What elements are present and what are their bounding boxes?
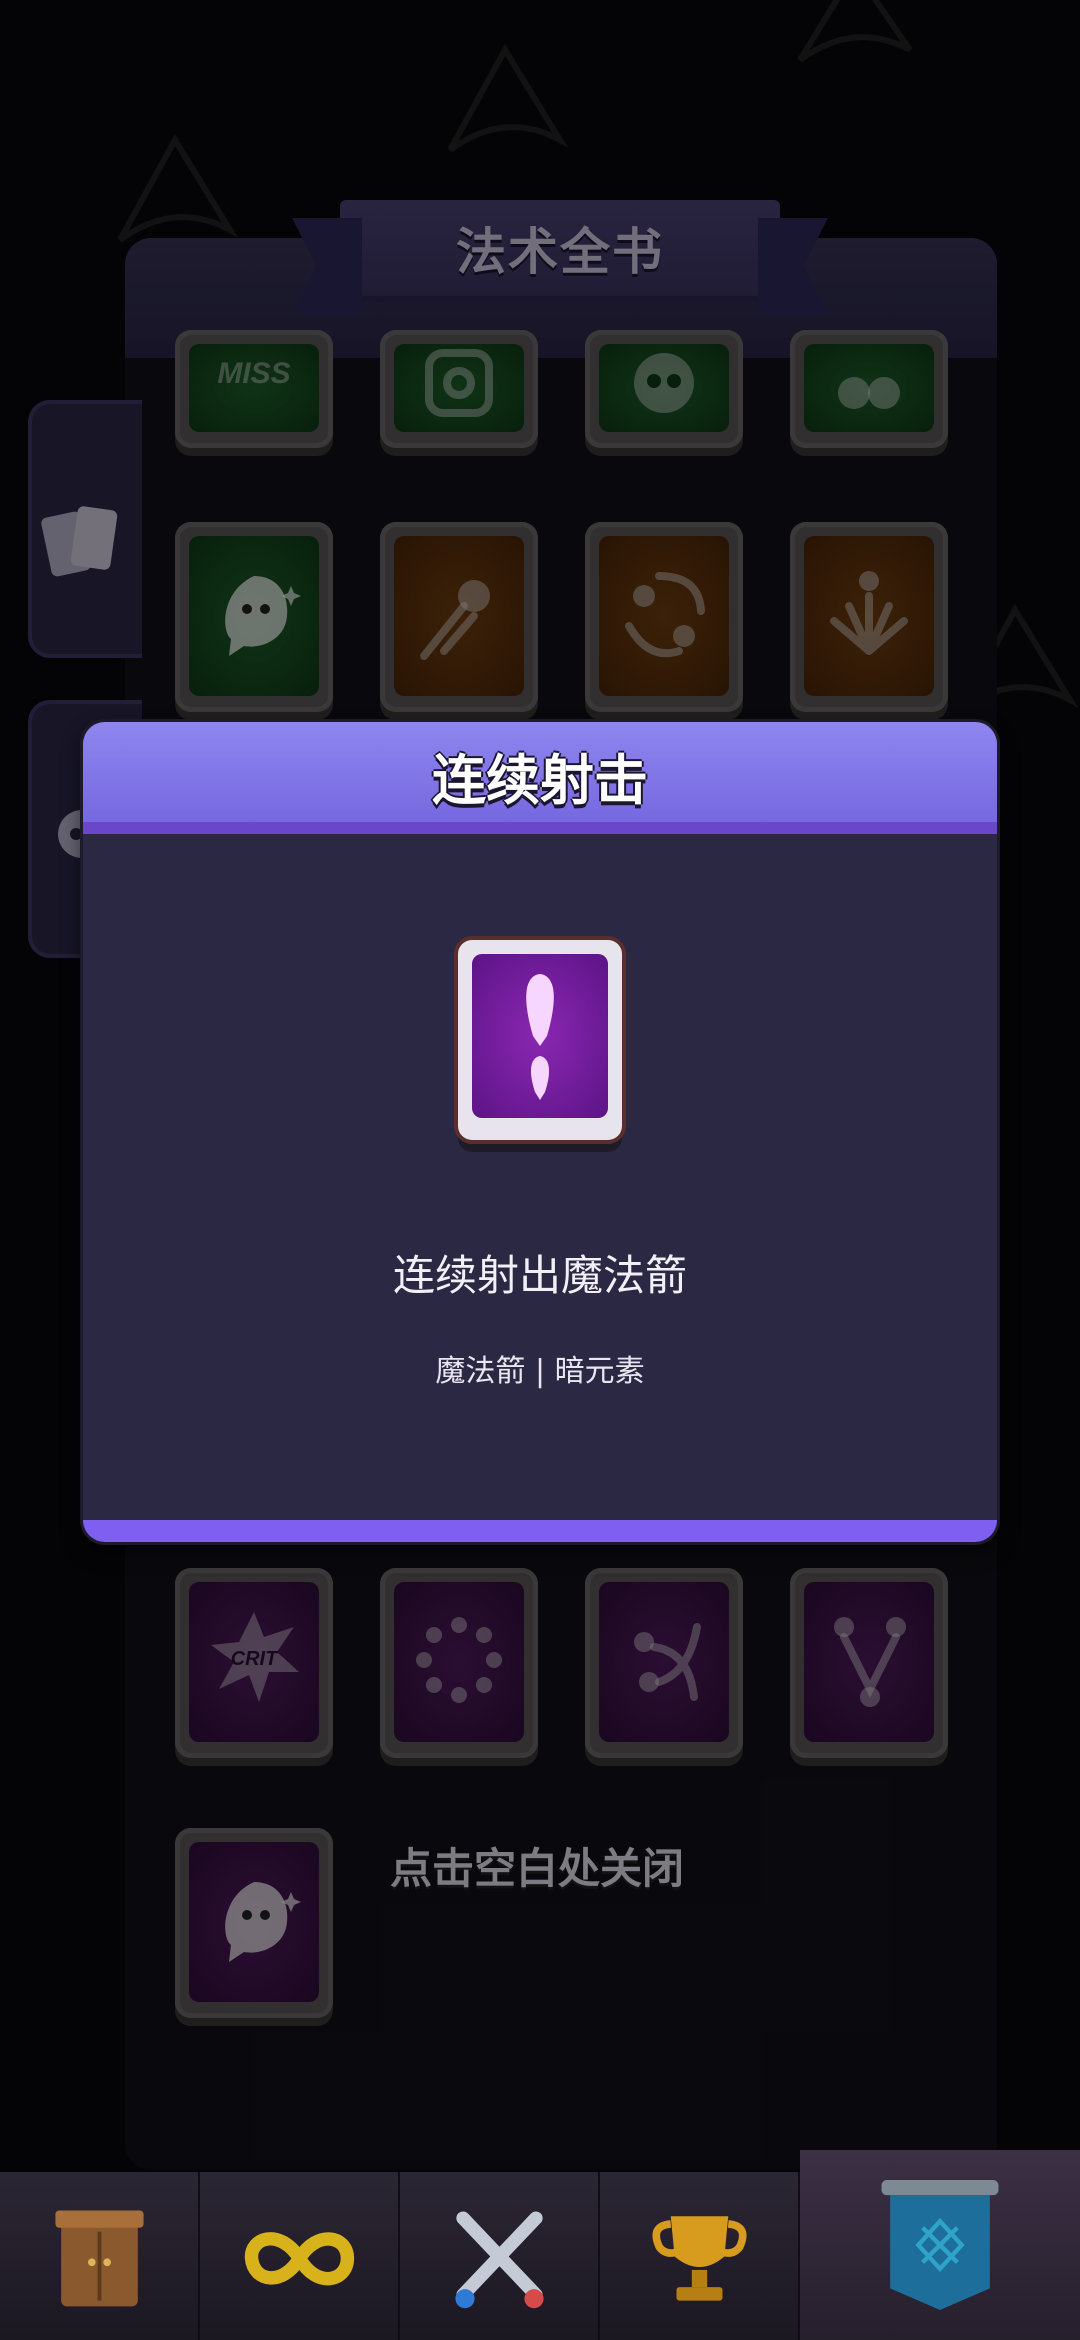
spell-card[interactable]: MISS (175, 330, 333, 448)
spell-card-face (394, 536, 524, 696)
ghost-icon (225, 576, 301, 656)
spell-card[interactable] (175, 522, 333, 712)
dialog-title: 连续射击 (432, 749, 648, 812)
spell-card[interactable] (175, 1828, 333, 2018)
svg-text:CRIT: CRIT (231, 1648, 279, 1670)
ghost-icon (225, 1882, 301, 1962)
nav-tab-infinity[interactable] (200, 2172, 401, 2340)
splash-icon (634, 1623, 701, 1701)
spell-card[interactable] (790, 1568, 948, 1758)
spell-card[interactable] (585, 522, 743, 712)
nav-tab-cabinet[interactable] (0, 2172, 201, 2340)
spell-card-face: CRIT (189, 1582, 319, 1742)
spell-card[interactable]: CRIT (175, 1568, 333, 1758)
spell-card-large (458, 940, 622, 1140)
spell-card[interactable] (790, 330, 948, 448)
spell-card[interactable] (380, 1568, 538, 1758)
spell-card-face: MISS (189, 344, 319, 432)
paws-icon (838, 377, 900, 409)
spell-card-face (599, 344, 729, 432)
cabinet-icon (54, 2210, 144, 2306)
spell-card[interactable] (790, 522, 948, 712)
spell-description: 连续射出魔法箭 (392, 1251, 687, 1300)
target-icon (425, 349, 493, 417)
fireball-icon (420, 580, 490, 660)
dialog-footer-bar (83, 1520, 997, 1542)
orbit-icon (625, 572, 705, 658)
nav-tab-crossed-swords[interactable] (400, 2172, 601, 2340)
spell-card[interactable] (380, 522, 538, 712)
burst-icon (830, 571, 908, 655)
wizard-hat-decoration-icon (447, 44, 569, 153)
ring-icon (416, 1617, 502, 1703)
infinity-icon (244, 2231, 354, 2285)
spell-card-face (599, 536, 729, 696)
spell-card-face (804, 1582, 934, 1742)
spell-card[interactable] (380, 330, 538, 448)
spell-card-face (394, 344, 524, 432)
wizard-hat-decoration-icon (797, 0, 913, 63)
skull-icon (634, 353, 694, 413)
spell-tags: 魔法箭 | 暗元素 (435, 1354, 645, 1389)
spell-detail-dialog: 连续射击 连续射出魔法箭 魔法箭 | 暗元素 (83, 722, 997, 1542)
spell-card-face (394, 1582, 524, 1742)
nav-tab-trophy[interactable] (600, 2172, 801, 2340)
spell-card-face (804, 536, 934, 696)
crossed-swords-icon (454, 2210, 544, 2308)
svg-text:MISS: MISS (217, 357, 290, 390)
banner-shield-icon (881, 2180, 999, 2310)
miss-icon: MISS (217, 357, 290, 390)
close-hint-text: 点击空白处关闭 (390, 1844, 685, 1893)
spell-card-face (189, 536, 319, 696)
spell-card-face (599, 1582, 729, 1742)
spellbook-title: 法术全书 (456, 223, 664, 281)
spell-card-face (804, 344, 934, 432)
cards-icon (41, 506, 118, 577)
spell-card-face (189, 1842, 319, 2002)
nav-tab-banner-shield[interactable] (800, 2150, 1080, 2340)
crit-icon: CRIT (211, 1612, 299, 1702)
trophy-icon (652, 2215, 746, 2301)
chain-icon (834, 1617, 906, 1707)
spell-card[interactable] (585, 1568, 743, 1758)
spell-card[interactable] (585, 330, 743, 448)
side-tab-cards[interactable] (28, 400, 142, 658)
double-arrow-icon (526, 974, 554, 1100)
spell-card-face (472, 954, 608, 1118)
